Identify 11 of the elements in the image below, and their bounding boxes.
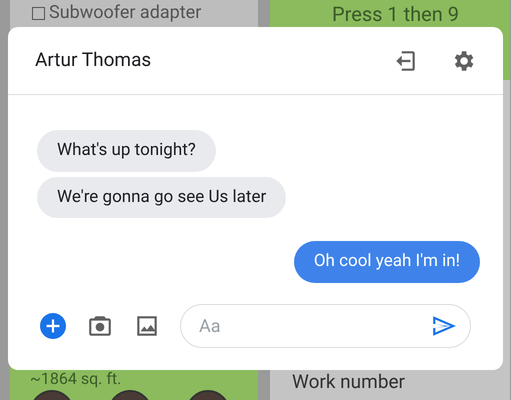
item-label: Subwoofer adapter [49, 2, 202, 24]
message-bubble: Oh cool yeah I'm in! [294, 241, 480, 282]
message-field[interactable]: Aa [180, 304, 471, 348]
message-bubble: What's up tonight? [37, 130, 216, 172]
checkbox[interactable] [32, 7, 45, 20]
add-icon[interactable] [40, 313, 66, 339]
card-text: Press 1 then 9 [331, 2, 460, 26]
area-text: ~1864 sq. ft. [30, 370, 122, 388]
card-heading: Work number [291, 372, 406, 392]
contact-name: Artur Thomas [35, 47, 152, 74]
message-bubble: We're gonna go see Us later [37, 176, 286, 218]
